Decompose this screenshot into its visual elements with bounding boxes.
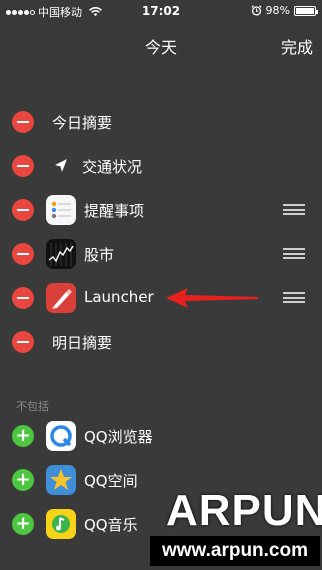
remove-button[interactable] <box>12 155 34 177</box>
location-arrow-icon <box>55 159 67 172</box>
widget-label: 提醒事项 <box>84 202 145 220</box>
qq-browser-icon <box>46 421 76 451</box>
add-button[interactable] <box>12 469 34 491</box>
widget-label: Launcher <box>84 288 154 306</box>
remove-button[interactable] <box>12 331 34 353</box>
reminders-icon <box>46 195 76 225</box>
widget-label: 交通状况 <box>82 158 143 176</box>
reorder-handle[interactable] <box>283 204 305 215</box>
reorder-handle[interactable] <box>283 248 305 259</box>
watermark-brand: ARPUN <box>166 486 322 535</box>
remove-button[interactable] <box>12 199 34 221</box>
enabled-widgets-list: 今日摘要 交通状况 提醒事项 股市 Launcher 明日摘要 <box>0 100 322 364</box>
launcher-icon <box>46 283 76 313</box>
alarm-clock-icon <box>251 5 262 16</box>
done-button[interactable]: 完成 <box>281 34 313 58</box>
nav-bar: 今天 完成 <box>0 22 322 66</box>
remove-button[interactable] <box>12 287 34 309</box>
widget-row-today-summary: 今日摘要 <box>0 100 322 144</box>
widget-label: QQ浏览器 <box>84 428 153 446</box>
remove-button[interactable] <box>12 243 34 265</box>
widget-row-traffic: 交通状况 <box>0 144 322 188</box>
stocks-icon <box>46 239 76 269</box>
qzone-icon <box>46 465 76 495</box>
battery-percent: 98% <box>265 4 290 17</box>
add-button[interactable] <box>12 513 34 535</box>
add-button[interactable] <box>12 425 34 447</box>
status-bar: 中国移动 17:02 98% <box>0 0 322 22</box>
widget-row-launcher: Launcher <box>0 276 322 320</box>
status-right: 98% <box>251 4 318 17</box>
reorder-handle[interactable] <box>283 292 305 303</box>
widget-label: 股市 <box>84 246 115 264</box>
widget-row-qq-browser: QQ浏览器 <box>0 414 322 458</box>
widget-label: 明日摘要 <box>52 334 113 352</box>
widget-row-reminders: 提醒事项 <box>0 188 322 232</box>
section-header-excluded: 不包括 <box>16 400 49 413</box>
watermark-url: www.arpun.com <box>150 536 320 566</box>
widget-label: QQ音乐 <box>84 516 138 534</box>
widget-label: QQ空间 <box>84 472 138 490</box>
remove-button[interactable] <box>12 111 34 133</box>
page-title: 今天 <box>144 38 177 57</box>
battery-icon <box>294 5 318 16</box>
widget-label: 今日摘要 <box>52 114 113 132</box>
qq-music-icon <box>46 509 76 539</box>
widget-row-stocks: 股市 <box>0 232 322 276</box>
widget-row-tomorrow-summary: 明日摘要 <box>0 320 322 364</box>
annotation-arrow-icon <box>166 288 258 308</box>
